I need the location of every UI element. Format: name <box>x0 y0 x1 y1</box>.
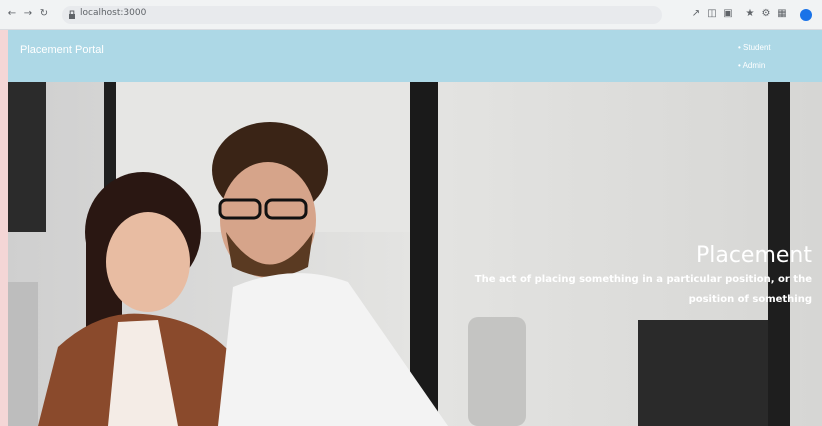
puzzle-icon[interactable]: ▦ <box>776 8 788 20</box>
settings-icon[interactable]: ⚙ <box>760 8 772 20</box>
translate-icon[interactable]: ◫ <box>706 8 718 20</box>
hero-title: Placement <box>695 243 812 268</box>
site-header: Placement Portal Student Admin <box>8 30 822 82</box>
nav-item-student[interactable]: Student <box>738 42 808 54</box>
hero-banner: Placement The act of placing something i… <box>8 82 822 426</box>
browser-toolbar: ← → ↻ localhost:3000 ↗ ◫ ▣ ★ ⚙ ▦ <box>0 0 822 30</box>
url-text: localhost:3000 <box>80 8 147 18</box>
back-icon[interactable]: ← <box>6 8 18 20</box>
info-icon <box>69 10 75 19</box>
bookmark-star-icon[interactable]: ★ <box>744 8 756 20</box>
forward-icon[interactable]: → <box>22 8 34 20</box>
reload-icon[interactable]: ↻ <box>38 8 50 20</box>
share-icon[interactable]: ↗ <box>690 8 702 20</box>
extension-icon[interactable]: ▣ <box>722 8 734 20</box>
nav-menu: Student Admin <box>738 42 808 78</box>
profile-avatar[interactable] <box>800 9 812 21</box>
hero-caption: Placement The act of placing something i… <box>452 242 812 310</box>
brand-title[interactable]: Placement Portal <box>20 44 104 56</box>
nav-item-admin[interactable]: Admin <box>738 60 808 72</box>
address-bar[interactable]: localhost:3000 <box>62 6 662 24</box>
page-edge <box>0 30 8 426</box>
hero-subtitle: The act of placing something in a partic… <box>474 274 812 305</box>
